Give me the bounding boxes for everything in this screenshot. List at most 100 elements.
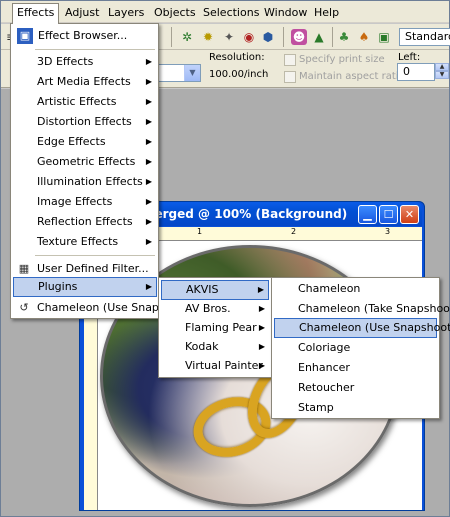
chameleon-icon: ↺ xyxy=(19,301,29,314)
menu-item-edge-effects[interactable]: Edge Effects ▶ xyxy=(13,132,156,152)
sparkle-icon[interactable]: ✹ xyxy=(200,29,216,45)
toolbar-separator xyxy=(283,27,284,47)
menu-item-akvis[interactable]: AKVIS ▶ xyxy=(161,280,269,300)
menu-item-user-defined-filter[interactable]: ▦ User Defined Filter... xyxy=(13,259,156,279)
submenu-arrow-icon: ▶ xyxy=(258,361,265,370)
menu-item-label: Plugins xyxy=(38,280,78,293)
layers-icon[interactable]: ♠ xyxy=(356,29,372,45)
plugins-submenu: AKVIS ▶ AV Bros. ▶ Flaming Pear ▶ Kodak ▶ Vi… xyxy=(158,277,272,378)
menu-item-3d-effects[interactable]: 3D Effects ▶ xyxy=(13,52,156,72)
resolution-label: Resolution: xyxy=(209,52,265,63)
menu-item-label: AKVIS xyxy=(186,283,219,296)
menu-separator xyxy=(35,49,155,50)
menu-item-label: Coloriage xyxy=(298,341,351,354)
menu-window[interactable]: Window xyxy=(260,4,311,21)
submenu-arrow-icon: ▶ xyxy=(145,157,152,166)
object-icon[interactable]: ⬢ xyxy=(260,29,276,45)
submenu-arrow-icon: ▶ xyxy=(258,323,265,332)
menu-item-label: Virtual Painter xyxy=(185,359,263,372)
submenu-arrow-icon: ▶ xyxy=(257,285,264,294)
maximize-button[interactable]: ☐ xyxy=(379,205,398,224)
menu-item-label: Retoucher xyxy=(298,381,355,394)
menu-item-label: Edge Effects xyxy=(37,135,106,148)
menu-item-label: Reflection Effects xyxy=(37,215,133,228)
submenu-arrow-icon: ▶ xyxy=(145,282,152,291)
menu-item-chameleon-use-snapshoot-akvis[interactable]: Chameleon (Use Snapshoot) xyxy=(274,318,450,338)
menu-item-enhancer[interactable]: Enhancer xyxy=(274,358,437,378)
portrait-icon[interactable]: ☻ xyxy=(291,29,307,45)
menu-item-illumination-effects[interactable]: Illumination Effects ▶ xyxy=(13,172,156,192)
menu-item-retoucher[interactable]: Retoucher xyxy=(274,378,437,398)
menu-item-label: Stamp xyxy=(298,401,334,414)
submenu-arrow-icon: ▶ xyxy=(145,177,152,186)
menu-item-label: Chameleon (Use Snapshoot) xyxy=(299,321,450,334)
menu-item-flaming-pear[interactable]: Flaming Pear ▶ xyxy=(161,318,269,338)
effects-menu: ▣ Effect Browser... 3D Effects ▶ Art Medi… xyxy=(10,23,194,319)
submenu-arrow-icon: ▶ xyxy=(145,137,152,146)
crop-tool-icon[interactable]: ✲ xyxy=(179,29,195,45)
menu-item-distortion-effects[interactable]: Distortion Effects ▶ xyxy=(13,112,156,132)
spin-up-icon[interactable]: ▲ xyxy=(435,63,449,71)
menu-layers[interactable]: Layers xyxy=(104,4,148,21)
spin-down-icon[interactable]: ▼ xyxy=(435,71,449,79)
menu-item-label: User Defined Filter... xyxy=(37,262,149,275)
menu-item-label: Image Effects xyxy=(37,195,113,208)
menu-item-chameleon[interactable]: Chameleon xyxy=(274,279,437,299)
ruler-number: 3 xyxy=(385,227,391,236)
left-input[interactable]: 0 xyxy=(397,63,435,81)
menu-item-label: AV Bros. xyxy=(185,302,231,315)
menu-item-label: 3D Effects xyxy=(37,55,94,68)
left-label: Left: xyxy=(398,52,421,63)
submenu-arrow-icon: ▶ xyxy=(145,197,152,206)
menu-effects[interactable]: Effects xyxy=(12,3,60,24)
minimize-button[interactable]: ▁ xyxy=(358,205,377,224)
menu-item-label: Chameleon xyxy=(298,282,361,295)
menu-item-effect-browser[interactable]: ▣ Effect Browser... xyxy=(13,26,156,46)
menu-item-texture-effects[interactable]: Texture Effects ▶ xyxy=(13,232,156,252)
submenu-arrow-icon: ▶ xyxy=(145,237,152,246)
effect-browser-icon: ▣ xyxy=(17,28,33,44)
menubar: Effects Adjust Layers Objects Selections… xyxy=(1,1,449,24)
menu-item-label: Texture Effects xyxy=(37,235,119,248)
submenu-arrow-icon: ▶ xyxy=(145,217,152,226)
akvis-submenu: Chameleon Chameleon (Take Snapshoot) Cha… xyxy=(271,277,450,419)
menu-item-virtual-painter[interactable]: Virtual Painter ▶ xyxy=(161,356,269,376)
menu-item-coloriage[interactable]: Coloriage xyxy=(274,338,437,358)
menu-item-art-media-effects[interactable]: Art Media Effects ▶ xyxy=(13,72,156,92)
specify-print-size-checkbox[interactable] xyxy=(284,54,296,66)
maintain-aspect-label: Maintain aspect ratio xyxy=(299,71,405,82)
maintain-aspect-checkbox[interactable] xyxy=(284,71,296,83)
menu-item-image-effects[interactable]: Image Effects ▶ xyxy=(13,192,156,212)
menu-item-chameleon-use-snapshoot[interactable]: ↺ Chameleon (Use Snapshoot) xyxy=(13,298,193,318)
menu-item-av-bros[interactable]: AV Bros. ▶ xyxy=(161,299,269,319)
tree-icon[interactable]: ♣ xyxy=(336,29,352,45)
menu-item-plugins[interactable]: Plugins ▶ xyxy=(13,277,157,297)
menu-item-label: Distortion Effects xyxy=(37,115,132,128)
menu-item-kodak[interactable]: Kodak ▶ xyxy=(161,337,269,357)
menu-adjust[interactable]: Adjust xyxy=(61,4,103,21)
preset-select[interactable]: Standard xyxy=(399,28,450,46)
menu-objects[interactable]: Objects xyxy=(150,4,200,21)
image-window-title: merged @ 100% (Background) xyxy=(142,207,348,221)
submenu-arrow-icon: ▶ xyxy=(145,97,152,106)
menu-item-artistic-effects[interactable]: Artistic Effects ▶ xyxy=(13,92,156,112)
menu-item-label: Artistic Effects xyxy=(37,95,117,108)
chevron-down-icon[interactable]: ▼ xyxy=(184,65,200,81)
landscape-icon[interactable]: ▲ xyxy=(311,29,327,45)
magic-wand-icon[interactable]: ✦ xyxy=(221,29,237,45)
ruler-number: 1 xyxy=(197,227,203,236)
menu-item-stamp[interactable]: Stamp xyxy=(274,398,437,418)
menu-help[interactable]: Help xyxy=(310,4,343,21)
toolbar-separator xyxy=(332,27,333,47)
close-button[interactable]: ✕ xyxy=(400,205,419,224)
menu-item-label: Chameleon (Take Snapshoot) xyxy=(298,302,450,315)
menu-item-chameleon-take-snapshoot[interactable]: Chameleon (Take Snapshoot) xyxy=(274,299,450,319)
menu-selections[interactable]: Selections xyxy=(199,4,263,21)
menu-item-geometric-effects[interactable]: Geometric Effects ▶ xyxy=(13,152,156,172)
red-eye-icon[interactable]: ◉ xyxy=(241,29,257,45)
menu-item-reflection-effects[interactable]: Reflection Effects ▶ xyxy=(13,212,156,232)
submenu-arrow-icon: ▶ xyxy=(145,77,152,86)
image-icon[interactable]: ▣ xyxy=(376,29,392,45)
left-spinner[interactable]: ▲ ▼ xyxy=(435,63,449,79)
preset-select-value: Standard xyxy=(405,30,450,43)
